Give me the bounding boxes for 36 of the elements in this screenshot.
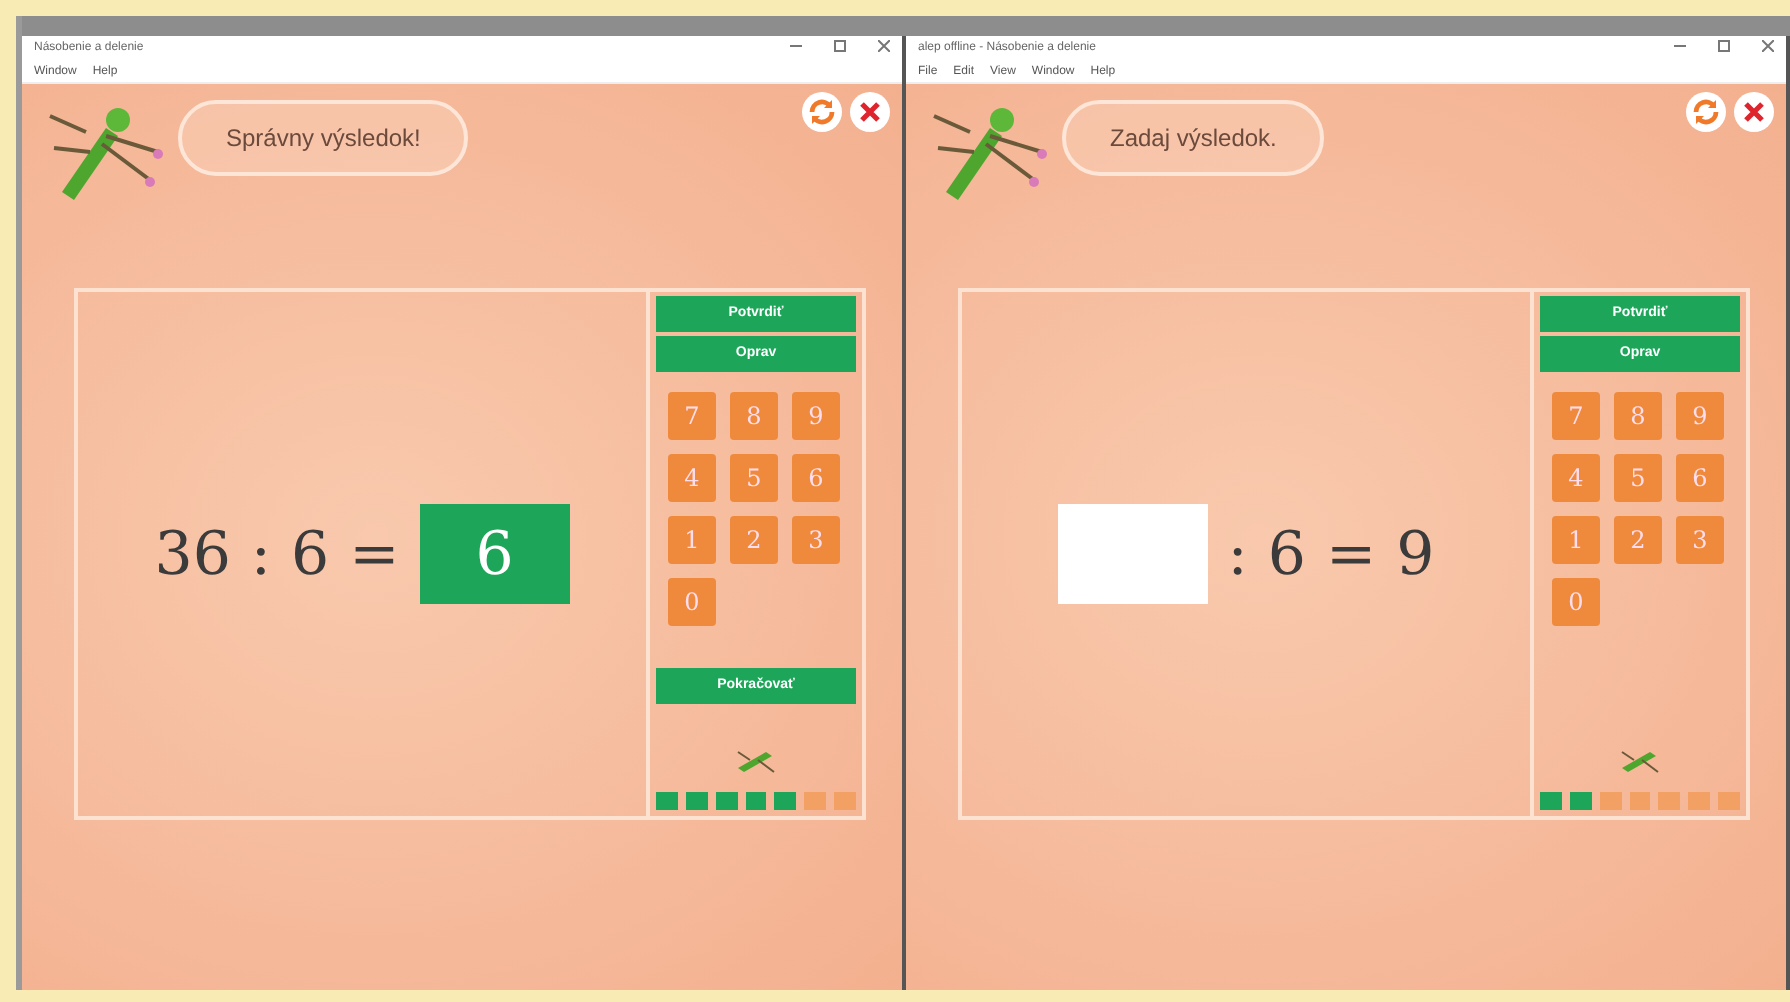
number-key[interactable]: 7 [668,392,716,440]
operator: : [1227,517,1248,593]
number-key[interactable]: 6 [1676,454,1724,502]
number-key[interactable]: 1 [1552,516,1600,564]
number-key[interactable]: 5 [1614,454,1662,502]
speech-bubble: Zadaj výsledok. [1062,100,1325,176]
number-key[interactable]: 8 [730,392,778,440]
number-key[interactable]: 7 [1552,392,1600,440]
operator: = [349,517,400,593]
number-key[interactable]: 9 [1676,392,1724,440]
number-key[interactable]: 2 [1614,516,1662,564]
number-key[interactable]: 5 [730,454,778,502]
close-icon[interactable] [1734,92,1774,132]
close-icon[interactable] [850,92,890,132]
number: 6 [291,517,330,593]
answer-field[interactable] [1057,504,1208,604]
operator: : [250,517,272,593]
number-key[interactable]: 2 [730,516,778,564]
refresh-icon[interactable] [1686,92,1726,132]
answer-field[interactable]: 6 [419,504,570,604]
speech-bubble: Správny výsledok! [178,100,469,176]
number-key[interactable]: 9 [792,392,840,440]
number: 6 [1267,517,1306,593]
number-key[interactable]: 4 [668,454,716,502]
number: 36 [154,517,231,593]
number-key[interactable]: 6 [792,454,840,502]
operator: = [1325,517,1377,593]
number-key[interactable]: 1 [668,516,716,564]
number-key[interactable]: 0 [668,578,716,626]
refresh-icon[interactable] [802,92,842,132]
number-key[interactable]: 8 [1614,392,1662,440]
number: 9 [1396,517,1435,593]
number-key[interactable]: 3 [792,516,840,564]
number-key[interactable]: 4 [1552,454,1600,502]
number-key[interactable]: 0 [1552,578,1600,626]
number-key[interactable]: 3 [1676,516,1724,564]
